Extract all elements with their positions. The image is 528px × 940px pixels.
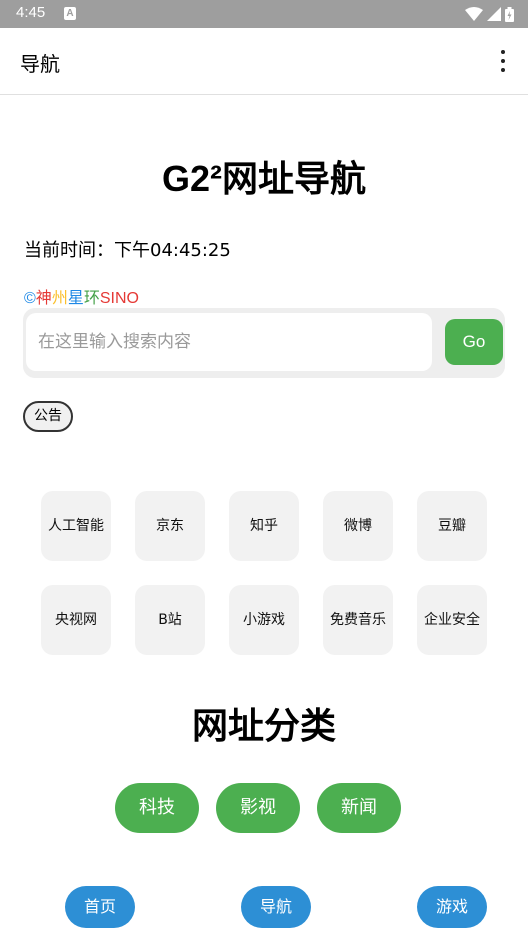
quick-link-mini-games[interactable]: 小游戏: [229, 585, 299, 655]
category-news-button[interactable]: 新闻: [317, 783, 401, 833]
quick-link-zhihu[interactable]: 知乎: [229, 491, 299, 561]
nav-navigation-button[interactable]: 导航: [241, 886, 311, 928]
system-icons: [465, 5, 514, 23]
quick-link-cctv[interactable]: 央视网: [41, 585, 111, 655]
quick-link-weibo[interactable]: 微博: [323, 491, 393, 561]
go-button[interactable]: Go: [445, 319, 503, 365]
copyright-part: 神: [35, 290, 52, 307]
signal-icon: [487, 7, 501, 21]
current-time: 当前时间：下午04:45:25: [24, 240, 231, 261]
copyright-text: ©神州星环SINO: [24, 284, 139, 308]
page-title: G2²网址导航: [161, 158, 366, 199]
copyright-part: 星: [67, 290, 84, 307]
search-bar: Go: [23, 308, 505, 378]
categories-title: 网址分类: [191, 705, 336, 746]
notification-icon: A: [64, 7, 76, 20]
status-bar: 4:45 A: [0, 0, 528, 28]
quick-link-ai[interactable]: 人工智能: [41, 491, 111, 561]
quick-link-free-music[interactable]: 免费音乐: [323, 585, 393, 655]
quick-link-jd[interactable]: 京东: [135, 491, 205, 561]
status-time: 4:45: [16, 4, 46, 21]
app-bar: 导航: [0, 28, 528, 95]
copyright-part: SINO: [99, 290, 139, 307]
copyright-part: 州: [51, 290, 68, 307]
overflow-menu-icon[interactable]: [498, 50, 508, 72]
wifi-icon: [465, 7, 483, 21]
search-input[interactable]: [26, 313, 432, 371]
nav-home-button[interactable]: 首页: [65, 886, 135, 928]
battery-icon: [505, 6, 514, 22]
quick-link-douban[interactable]: 豆瓣: [417, 491, 487, 561]
quick-link-enterprise-security[interactable]: 企业安全: [417, 585, 487, 655]
copyright-symbol: ©: [24, 290, 36, 307]
copyright-part: 环: [83, 290, 100, 307]
app-bar-title: 导航: [20, 52, 60, 76]
quick-link-bilibili[interactable]: B站: [135, 585, 205, 655]
category-tech-button[interactable]: 科技: [115, 783, 199, 833]
nav-games-button[interactable]: 游戏: [417, 886, 487, 928]
notice-button[interactable]: 公告: [23, 401, 73, 432]
category-video-button[interactable]: 影视: [216, 783, 300, 833]
